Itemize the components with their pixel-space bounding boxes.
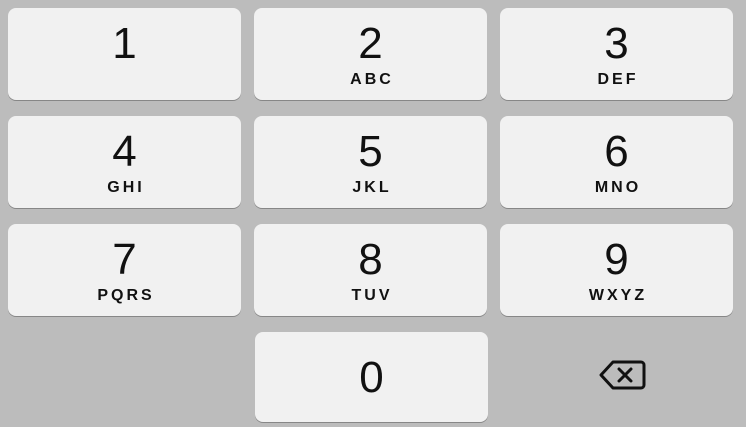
key-9-letters: WXYZ <box>588 287 648 304</box>
key-0[interactable]: 0 <box>255 332 488 422</box>
backspace-icon <box>599 360 646 390</box>
key-6-digit: 6 <box>604 127 629 176</box>
key-2[interactable]: 2 ABC <box>254 8 487 100</box>
key-8-letters: TUV <box>351 287 393 304</box>
key-9-digit: 9 <box>604 235 629 284</box>
backspace-button[interactable] <box>598 358 646 392</box>
key-7-digit: 7 <box>112 235 137 284</box>
key-5[interactable]: 5 JKL <box>254 116 487 208</box>
key-8[interactable]: 8 TUV <box>254 224 487 316</box>
key-3-letters: DEF <box>597 71 639 88</box>
key-5-letters: JKL <box>352 179 392 196</box>
key-1-digit: 1 <box>112 19 137 68</box>
key-3[interactable]: 3 DEF <box>500 8 733 100</box>
key-7[interactable]: 7 PQRS <box>8 224 241 316</box>
key-2-digit: 2 <box>358 19 383 68</box>
key-0-digit: 0 <box>359 353 384 402</box>
key-2-letters: ABC <box>350 71 394 88</box>
key-1[interactable]: 1 <box>8 8 241 100</box>
key-6[interactable]: 6 MNO <box>500 116 733 208</box>
key-6-letters: MNO <box>594 179 642 196</box>
key-4-letters: GHI <box>107 179 145 196</box>
key-4-digit: 4 <box>112 127 137 176</box>
numeric-keypad: 1 2 ABC 3 DEF 4 GHI 5 JKL 6 MNO 7 PQRS 8… <box>0 0 746 427</box>
key-9[interactable]: 9 WXYZ <box>500 224 733 316</box>
key-5-digit: 5 <box>358 127 383 176</box>
key-7-letters: PQRS <box>97 287 155 304</box>
key-3-digit: 3 <box>604 19 629 68</box>
key-4[interactable]: 4 GHI <box>8 116 241 208</box>
key-8-digit: 8 <box>358 235 383 284</box>
